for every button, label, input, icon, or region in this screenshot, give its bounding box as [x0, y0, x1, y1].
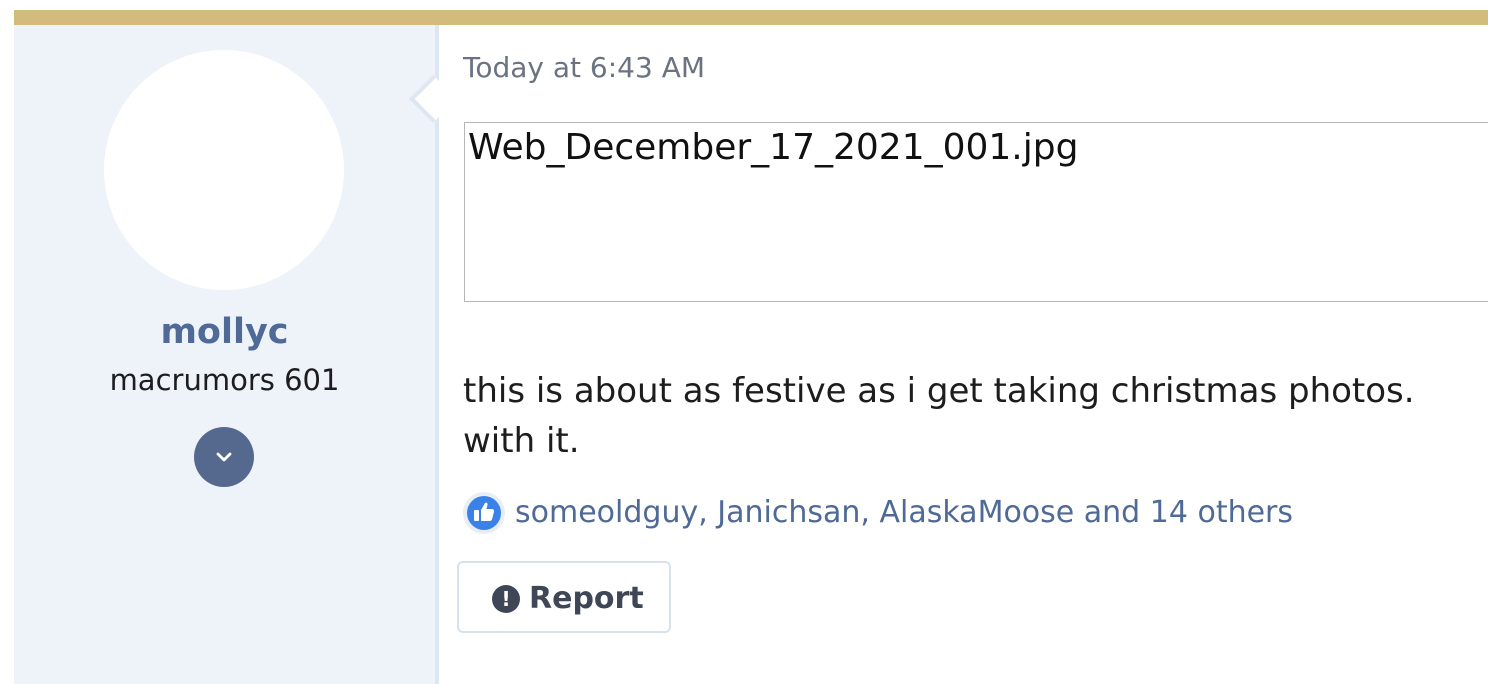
expand-user-info-button[interactable] — [194, 427, 254, 487]
image-attachment[interactable]: Web_December_17_2021_001.jpg — [464, 122, 1488, 302]
thumbs-up-icon — [474, 502, 495, 521]
attachment-filename: Web_December_17_2021_001.jpg — [468, 127, 1079, 168]
message-line: this is about as festive as i get taking… — [463, 371, 1415, 411]
user-panel: mollyc macrumors 601 — [14, 25, 439, 684]
post-accent-bar — [14, 10, 1488, 25]
like-badge[interactable] — [463, 492, 505, 534]
avatar[interactable] — [104, 50, 344, 290]
reaction-users-link[interactable]: someoldguy, Janichsan, AlaskaMoose and 1… — [515, 493, 1293, 533]
exclamation-icon: ! — [492, 585, 520, 613]
user-title: macrumors 601 — [109, 363, 340, 397]
post-message: this is about as festive as i get taking… — [463, 366, 1488, 466]
report-label: Report — [529, 581, 644, 616]
post-timestamp[interactable]: Today at 6:43 AM — [463, 48, 705, 88]
message-line: with it. — [463, 421, 580, 461]
chevron-down-icon — [216, 452, 232, 462]
forum-post: mollyc macrumors 601 Today at 6:43 AM We… — [14, 10, 1488, 684]
username-link[interactable]: mollyc — [14, 312, 435, 352]
report-button[interactable]: ! Report — [457, 561, 671, 633]
page: mollyc macrumors 601 Today at 6:43 AM We… — [0, 0, 1488, 684]
